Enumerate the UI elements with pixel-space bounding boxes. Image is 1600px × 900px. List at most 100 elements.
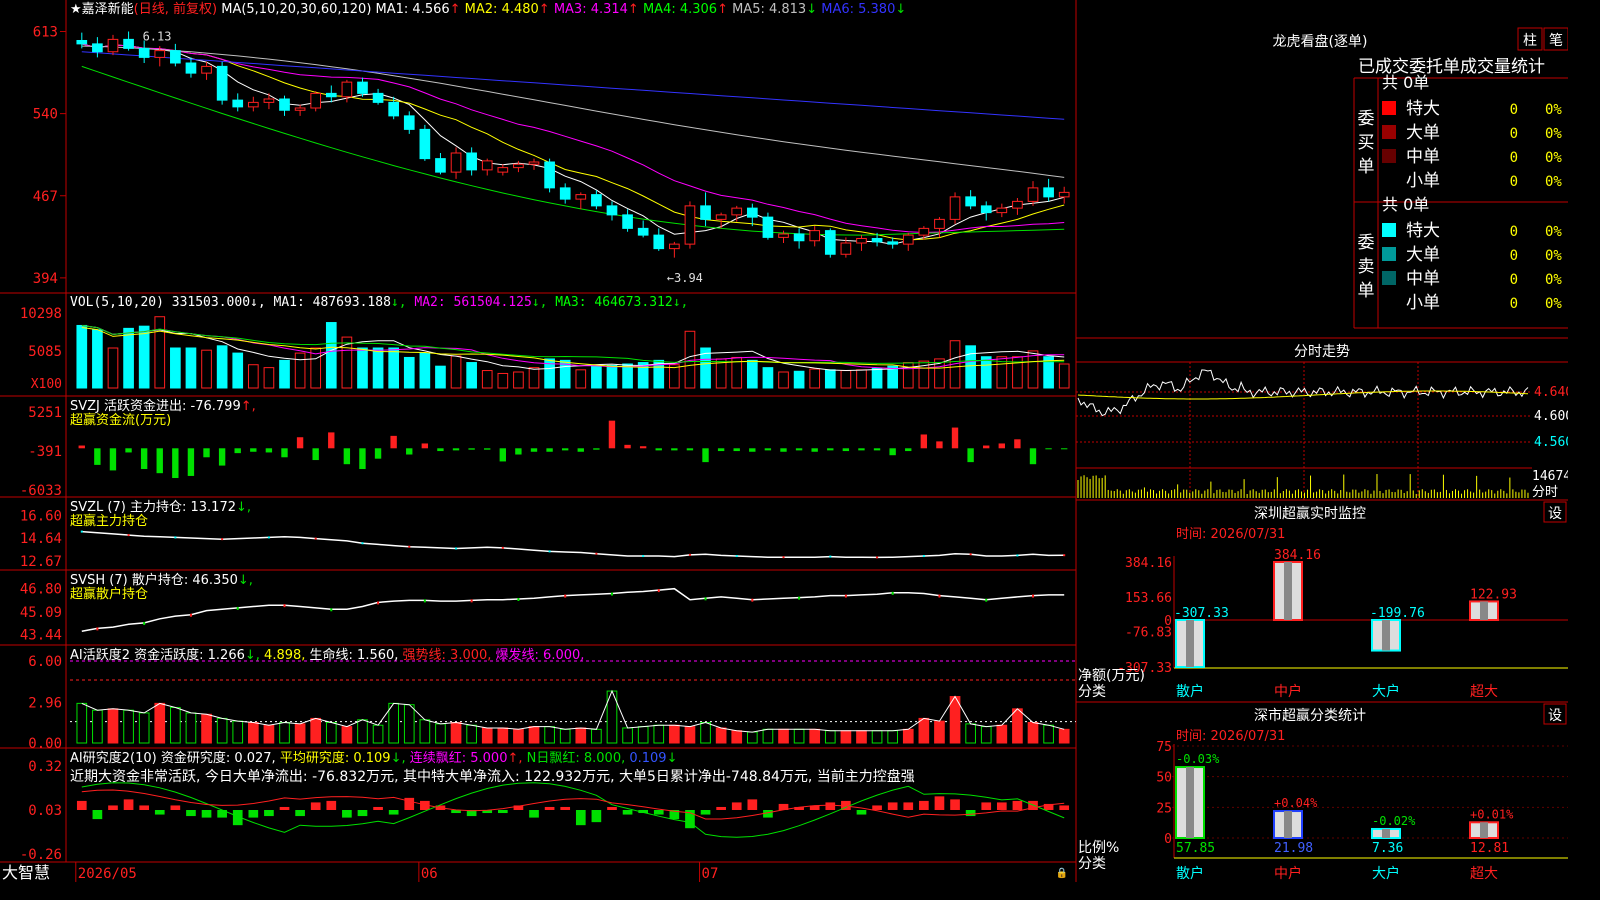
activity-bar[interactable]: [107, 708, 119, 744]
fund-flow-bar[interactable]: [343, 448, 351, 465]
volume-bar[interactable]: [201, 349, 212, 389]
ai-research-panel[interactable]: 0.32 0.03 -0.26 AI研究度2(10) 资金研究度: 0.027, 平均…: [20, 750, 1070, 863]
candle[interactable]: [871, 238, 883, 243]
volume-bar[interactable]: [965, 345, 976, 389]
volume-bar[interactable]: [232, 352, 244, 389]
fund-flow-bar[interactable]: [390, 435, 397, 449]
fund-flow-bar[interactable]: [250, 448, 257, 452]
activity-bar[interactable]: [138, 712, 150, 744]
volume-bar[interactable]: [450, 355, 462, 389]
candle[interactable]: [1027, 187, 1039, 202]
volume-bar[interactable]: [622, 363, 633, 389]
volume-bar[interactable]: [591, 365, 602, 389]
candle[interactable]: [310, 92, 322, 109]
fund-flow-bar[interactable]: [359, 448, 366, 470]
research-bar[interactable]: [186, 810, 196, 817]
fund-flow-bar[interactable]: [218, 448, 226, 466]
fund-flow-bar[interactable]: [484, 448, 491, 450]
fund-flow-bar[interactable]: [328, 432, 335, 449]
fund-flow-bar[interactable]: [624, 444, 631, 449]
volume-bar[interactable]: [372, 347, 384, 389]
fund-flow-bar[interactable]: [827, 448, 834, 451]
activity-bar[interactable]: [403, 704, 415, 744]
research-bar[interactable]: [295, 810, 305, 817]
candle[interactable]: [279, 98, 290, 111]
candle[interactable]: [606, 205, 618, 216]
activity-bar[interactable]: [92, 709, 103, 744]
fund-flow-bar[interactable]: [889, 448, 896, 456]
volume-bar[interactable]: [388, 347, 400, 389]
activity-bar[interactable]: [809, 728, 821, 744]
candle[interactable]: [450, 152, 462, 173]
volume-bar[interactable]: [871, 367, 883, 389]
activity-bar[interactable]: [76, 702, 88, 744]
activity-bar[interactable]: [466, 724, 477, 744]
activity-bar[interactable]: [357, 719, 368, 744]
fund-flow-bar[interactable]: [655, 448, 662, 451]
fund-flow-bar[interactable]: [702, 448, 709, 463]
fund-flow-bar[interactable]: [234, 448, 241, 454]
activity-bar[interactable]: [684, 726, 696, 744]
fund-flow-bar[interactable]: [608, 420, 616, 449]
fund-flow-bar[interactable]: [468, 448, 475, 450]
fund-flow-bar[interactable]: [967, 448, 974, 463]
candle[interactable]: [497, 167, 509, 173]
candle[interactable]: [575, 194, 587, 200]
activity-bar[interactable]: [746, 731, 758, 744]
activity-bar[interactable]: [622, 727, 633, 744]
candle[interactable]: [154, 50, 166, 58]
candle[interactable]: [918, 227, 930, 236]
activity-bar[interactable]: [1012, 708, 1023, 744]
activity-bar[interactable]: [1058, 728, 1070, 744]
research-bar[interactable]: [1012, 800, 1023, 810]
fund-flow-bar[interactable]: [593, 448, 600, 450]
activity-bar[interactable]: [263, 724, 275, 744]
activity-bar[interactable]: [591, 728, 602, 744]
fund-flow-bar[interactable]: [811, 448, 818, 452]
volume-bar[interactable]: [778, 371, 789, 389]
activity-bar[interactable]: [762, 728, 774, 744]
research-bar[interactable]: [279, 806, 290, 810]
candle[interactable]: [856, 238, 867, 244]
fund-flow-bar[interactable]: [515, 448, 522, 455]
fund-flow-bar[interactable]: [780, 448, 787, 452]
fund-flow-bar[interactable]: [639, 446, 647, 449]
research-bar[interactable]: [872, 805, 882, 810]
activity-bar[interactable]: [793, 728, 805, 744]
fund-flow-bar[interactable]: [530, 448, 538, 452]
research-bar[interactable]: [825, 802, 836, 810]
fund-flow-bar[interactable]: [686, 448, 694, 451]
fund-flow-bar[interactable]: [983, 445, 990, 449]
candle[interactable]: [746, 207, 758, 218]
activity-bar[interactable]: [201, 713, 212, 744]
candle[interactable]: [902, 234, 914, 245]
activity-bar[interactable]: [856, 730, 867, 744]
candle[interactable]: [263, 98, 275, 103]
fund-flow-bar[interactable]: [265, 448, 273, 453]
research-bar[interactable]: [591, 810, 602, 823]
research-bar[interactable]: [996, 802, 1007, 810]
candle[interactable]: [528, 161, 540, 165]
candle[interactable]: [731, 207, 743, 216]
research-bar[interactable]: [497, 810, 508, 814]
activity-bar[interactable]: [481, 727, 493, 744]
candle[interactable]: [591, 194, 602, 207]
research-bar[interactable]: [731, 802, 742, 810]
activity-bar[interactable]: [934, 720, 945, 744]
research-bar[interactable]: [919, 800, 929, 810]
activity-bar[interactable]: [497, 727, 509, 744]
candle[interactable]: [123, 38, 134, 49]
research-bar[interactable]: [264, 810, 274, 817]
activity-bar[interactable]: [778, 728, 789, 744]
volume-bar[interactable]: [138, 325, 150, 389]
fund-flow-bar[interactable]: [795, 448, 803, 451]
volume-bar[interactable]: [279, 359, 290, 389]
fund-flow-bar[interactable]: [1045, 448, 1052, 450]
candle[interactable]: [980, 205, 992, 214]
research-bar[interactable]: [529, 810, 539, 818]
fund-flow-bar[interactable]: [421, 443, 429, 449]
fund-flow-bar[interactable]: [671, 448, 678, 451]
activity-bar[interactable]: [637, 726, 649, 744]
activity-bar[interactable]: [528, 726, 540, 744]
activity-bar[interactable]: [887, 730, 899, 744]
